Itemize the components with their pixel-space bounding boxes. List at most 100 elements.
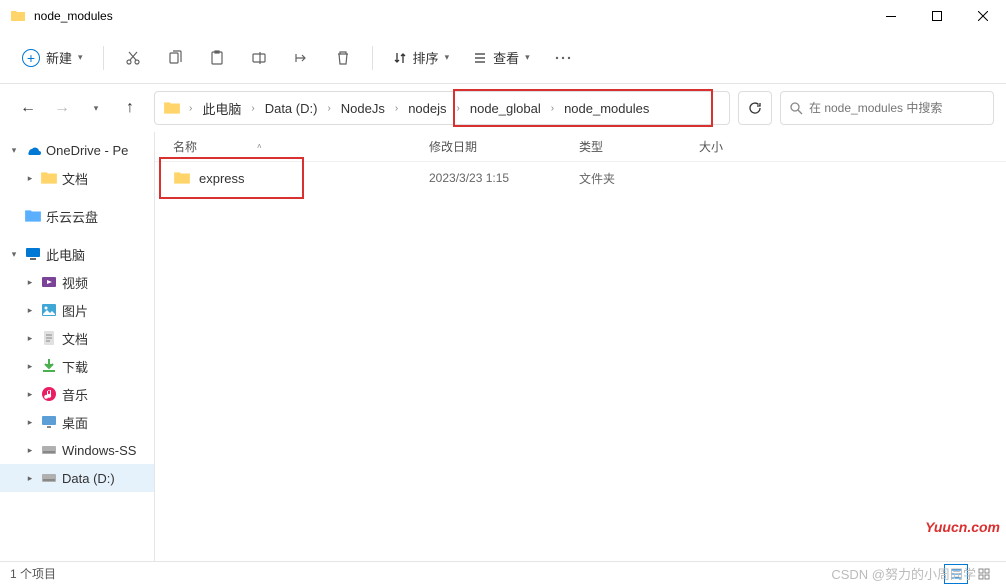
maximize-button[interactable] xyxy=(914,0,960,32)
column-type[interactable]: 类型 xyxy=(579,138,699,155)
chevron-right-icon[interactable]: › xyxy=(185,103,196,114)
item-count: 1 个项目 xyxy=(10,565,56,582)
sort-icon xyxy=(393,51,407,65)
sidebar-item[interactable]: ▸ 桌面 xyxy=(0,408,154,436)
document-icon xyxy=(40,329,58,347)
desktop-icon xyxy=(40,413,58,431)
new-button[interactable]: + 新建 ▾ xyxy=(12,42,93,73)
refresh-button[interactable] xyxy=(738,91,772,125)
search-box[interactable] xyxy=(780,91,994,125)
column-date[interactable]: 修改日期 xyxy=(429,138,579,155)
sidebar-item-label: 下载 xyxy=(62,357,88,376)
chevron-icon[interactable]: ▸ xyxy=(24,389,36,400)
chevron-icon[interactable]: ▾ xyxy=(8,249,20,260)
chevron-right-icon[interactable]: › xyxy=(391,103,402,114)
window-controls xyxy=(868,0,1006,32)
sidebar-item[interactable]: ▸ 文档 xyxy=(0,324,154,352)
share-button[interactable] xyxy=(282,40,320,76)
sidebar-item[interactable]: ▸ Windows-SS xyxy=(0,436,154,464)
view-button[interactable]: 查看 ▾ xyxy=(463,42,540,73)
sidebar-item-label: 乐云云盘 xyxy=(46,207,98,226)
recent-button[interactable]: ▾ xyxy=(80,92,112,124)
folder-icon xyxy=(10,8,26,24)
minimize-button[interactable] xyxy=(868,0,914,32)
chevron-right-icon[interactable]: › xyxy=(323,103,334,114)
sidebar-item[interactable]: ▸Data (D:) xyxy=(0,464,154,492)
forward-button[interactable]: → xyxy=(46,92,78,124)
sidebar-item-label: 图片 xyxy=(62,301,88,320)
column-size[interactable]: 大小 xyxy=(699,138,779,155)
sidebar-item-label: 此电脑 xyxy=(46,245,85,264)
sidebar-item-label: 文档 xyxy=(62,329,88,348)
sort-indicator-icon: ˄ xyxy=(257,142,262,151)
watermark: CSDN @努力的小周同学 xyxy=(831,564,976,583)
chevron-down-icon: ▾ xyxy=(445,52,450,63)
sidebar-item[interactable]: ▸音乐 xyxy=(0,380,154,408)
sidebar-item[interactable]: ▾ 此电脑 xyxy=(0,240,154,268)
chevron-down-icon: ▾ xyxy=(525,52,530,63)
breadcrumb-segment[interactable]: node_modules xyxy=(558,97,655,120)
chevron-icon[interactable]: ▸ xyxy=(24,173,36,184)
search-input[interactable] xyxy=(809,101,985,115)
chevron-icon[interactable]: ▾ xyxy=(8,145,20,156)
sort-button[interactable]: 排序 ▾ xyxy=(383,42,460,73)
file-row[interactable]: express2023/3/23 1:15文件夹 xyxy=(155,162,1006,194)
breadcrumb-segment[interactable]: Data (D:) xyxy=(259,97,324,120)
column-name[interactable]: 名称˄ xyxy=(173,138,429,155)
breadcrumb-segment[interactable]: node_global xyxy=(464,97,547,120)
more-button[interactable] xyxy=(544,40,582,76)
sidebar-item[interactable]: ▸ 下载 xyxy=(0,352,154,380)
sidebar-item[interactable]: ▸ 图片 xyxy=(0,296,154,324)
chevron-icon[interactable]: ▸ xyxy=(24,333,36,344)
breadcrumb-segment[interactable]: nodejs xyxy=(402,97,452,120)
chevron-icon[interactable]: ▸ xyxy=(24,277,36,288)
window-title: node_modules xyxy=(34,9,868,23)
new-label: 新建 xyxy=(46,48,72,67)
back-button[interactable]: ← xyxy=(12,92,44,124)
folder-blue-icon xyxy=(24,207,42,225)
sidebar-item-label: 桌面 xyxy=(62,413,88,432)
sidebar-item[interactable]: 乐云云盘 xyxy=(0,202,154,230)
sidebar-item[interactable]: ▸ 视频 xyxy=(0,268,154,296)
titlebar: node_modules xyxy=(0,0,1006,32)
video-icon xyxy=(40,273,58,291)
navbar: ← → ▾ ↑ › 此电脑 › Data (D:) › NodeJs › nod… xyxy=(0,84,1006,132)
onedrive-icon xyxy=(24,141,42,159)
chevron-icon[interactable]: ▸ xyxy=(24,445,36,456)
copy-button[interactable] xyxy=(156,40,194,76)
sidebar-item[interactable]: ▸ 文档 xyxy=(0,164,154,192)
plus-icon: + xyxy=(22,49,40,67)
picture-icon xyxy=(40,301,58,319)
pc-icon xyxy=(24,245,42,263)
rename-button[interactable] xyxy=(240,40,278,76)
chevron-right-icon[interactable]: › xyxy=(247,103,258,114)
sidebar: ▾OneDrive - Pe▸文档乐云云盘▾此电脑▸视频▸图片▸文档▸下载▸音乐… xyxy=(0,132,155,565)
folder-icon xyxy=(40,169,58,187)
sidebar-item-label: 视频 xyxy=(62,273,88,292)
chevron-right-icon[interactable]: › xyxy=(453,103,464,114)
chevron-icon[interactable]: ▸ xyxy=(24,417,36,428)
file-type: 文件夹 xyxy=(579,170,699,187)
chevron-icon[interactable]: ▸ xyxy=(24,305,36,316)
chevron-icon[interactable]: ▸ xyxy=(24,473,36,484)
search-icon xyxy=(789,101,803,115)
disk-icon xyxy=(40,441,58,459)
sidebar-item[interactable]: ▾OneDrive - Pe xyxy=(0,136,154,164)
view-icon xyxy=(473,51,487,65)
breadcrumb[interactable]: › 此电脑 › Data (D:) › NodeJs › nodejs › no… xyxy=(154,91,730,125)
up-button[interactable]: ↑ xyxy=(114,92,146,124)
close-button[interactable] xyxy=(960,0,1006,32)
breadcrumb-segment[interactable]: NodeJs xyxy=(335,97,391,120)
cut-button[interactable] xyxy=(114,40,152,76)
paste-button[interactable] xyxy=(198,40,236,76)
disk-icon xyxy=(40,469,58,487)
sidebar-item-label: Windows-SS xyxy=(62,443,136,458)
delete-button[interactable] xyxy=(324,40,362,76)
chevron-icon[interactable]: ▸ xyxy=(24,361,36,372)
folder-icon xyxy=(173,169,191,187)
chevron-right-icon[interactable]: › xyxy=(547,103,558,114)
view-label: 查看 xyxy=(493,48,519,67)
watermark: Yuucn.com xyxy=(925,519,1000,535)
sidebar-item-label: 文档 xyxy=(62,169,88,188)
breadcrumb-segment[interactable]: 此电脑 xyxy=(196,95,247,122)
